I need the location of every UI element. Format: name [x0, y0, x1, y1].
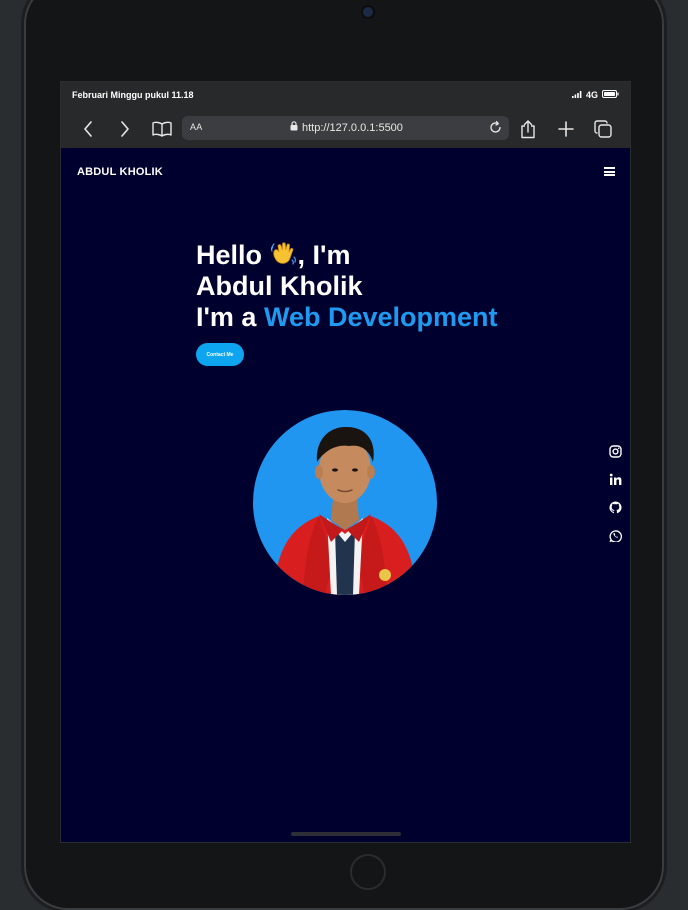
social-links	[608, 444, 622, 542]
status-bar: Februari Minggu pukul 11.18 4G	[61, 82, 630, 108]
profile-photo	[253, 410, 437, 595]
waving-hand-icon	[270, 241, 298, 267]
instagram-icon[interactable]	[608, 444, 622, 458]
hero-greeting: Hello	[196, 240, 263, 270]
reload-icon[interactable]	[488, 120, 503, 138]
share-icon[interactable]	[517, 118, 539, 140]
back-icon[interactable]	[77, 118, 99, 140]
hero-role: Web Development	[263, 302, 498, 332]
network-type: 4G	[585, 90, 598, 100]
home-button	[350, 854, 386, 890]
hero-line-1: Hello , I'm	[196, 240, 498, 271]
contact-me-button[interactable]: Contact Me	[196, 343, 244, 366]
front-camera	[363, 7, 373, 17]
new-tab-icon[interactable]	[555, 118, 577, 140]
github-icon[interactable]	[608, 500, 622, 514]
battery-icon	[602, 90, 619, 100]
site-navbar: ABDUL KHOLIK	[61, 148, 630, 196]
home-indicator	[291, 832, 401, 836]
browser-toolbar: AA http://127.0.0.1:5500	[61, 108, 630, 148]
hero-im: , I'm	[297, 240, 351, 270]
linkedin-icon[interactable]	[608, 472, 622, 486]
hero-line-3: I'm a Web Development	[196, 302, 498, 333]
hero-role-prefix: I'm a	[196, 302, 257, 332]
forward-icon[interactable]	[114, 118, 136, 140]
hero-heading: Hello , I'm Abdul Kholik I'm a Web Devel…	[196, 240, 498, 333]
lock-icon	[290, 121, 298, 134]
whatsapp-icon[interactable]	[608, 528, 622, 542]
tablet-screen: Februari Minggu pukul 11.18 4G AA http:/…	[60, 81, 631, 843]
status-datetime: Februari Minggu pukul 11.18	[72, 90, 194, 100]
address-bar[interactable]: AA http://127.0.0.1:5500	[182, 116, 509, 140]
status-indicators: 4G	[571, 90, 619, 100]
signal-icon	[571, 90, 582, 100]
site-brand[interactable]: ABDUL KHOLIK	[77, 166, 163, 178]
url-wrapper: http://127.0.0.1:5500	[290, 121, 403, 134]
bookmarks-icon[interactable]	[151, 118, 173, 140]
url-text: http://127.0.0.1:5500	[302, 121, 403, 134]
reader-button[interactable]: AA	[190, 122, 202, 132]
hero-name: Abdul Kholik	[196, 271, 363, 301]
menu-icon[interactable]	[604, 167, 615, 176]
tabs-overview-icon[interactable]	[592, 118, 614, 140]
